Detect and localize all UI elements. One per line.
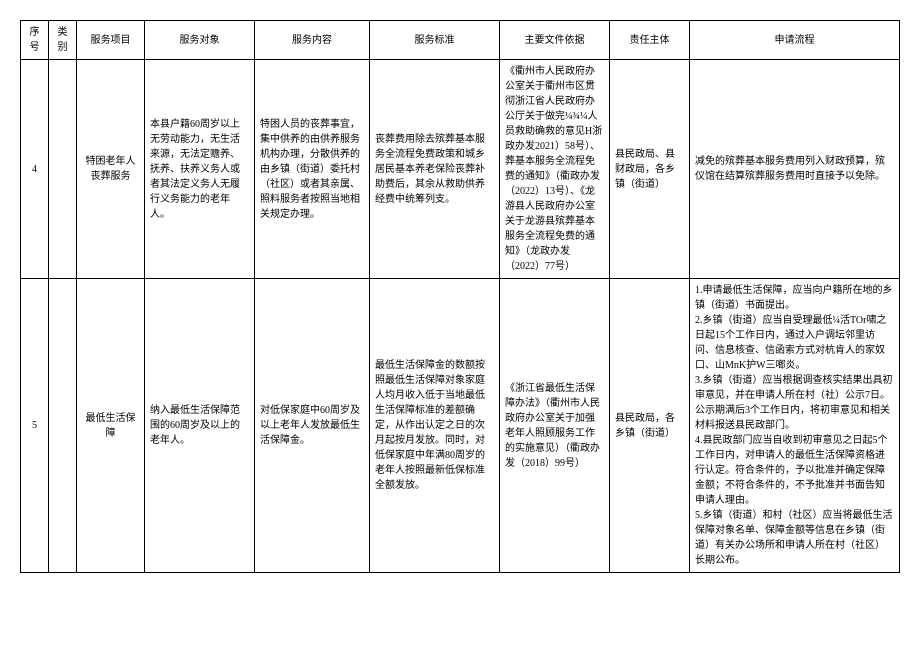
cell-responsible: 县民政局，各乡镇（街道） [610, 279, 690, 573]
cell-content: 对低保家庭中60周岁及以上老年人发放最低生活保障金。 [255, 279, 370, 573]
cell-category [49, 279, 77, 573]
cell-process: 1.申请最低生活保障，应当向户籍所在地的乡镇（街道）书面提出。 2.乡镇（街道）… [690, 279, 900, 573]
table-row: 4 特困老年人丧葬服务 本县户籍60周岁以上无劳动能力，无生活来源，无法定赡养、… [21, 60, 900, 279]
cell-basis: 《浙江省最低生活保障办法》（衢州市人民政府办公室关于加强老年人照顾服务工作的实施… [500, 279, 610, 573]
header-content: 服务内容 [255, 21, 370, 60]
header-object: 服务对象 [145, 21, 255, 60]
cell-standard: 最低生活保障金的数额按照最低生活保障对象家庭人均月收入低于当地最低生活保障标准的… [370, 279, 500, 573]
cell-content: 特困人员的丧葬事宜，集中供养的由供养服务机构办理，分散供养的由乡镇（街道）委托村… [255, 60, 370, 279]
cell-project: 最低生活保障 [77, 279, 145, 573]
header-process: 申请流程 [690, 21, 900, 60]
cell-seq: 5 [21, 279, 49, 573]
header-category: 类别 [49, 21, 77, 60]
cell-seq: 4 [21, 60, 49, 279]
cell-project: 特困老年人丧葬服务 [77, 60, 145, 279]
cell-process: 减免的殡葬基本服务费用列入财政预算，殡仪馆在结算殡葬服务费用时直接予以免除。 [690, 60, 900, 279]
table-row: 5 最低生活保障 纳入最低生活保障范围的60周岁及以上的老年人。 对低保家庭中6… [21, 279, 900, 573]
header-responsible: 责任主体 [610, 21, 690, 60]
cell-object: 纳入最低生活保障范围的60周岁及以上的老年人。 [145, 279, 255, 573]
cell-basis: 《衢州市人民政府办公室关于衢州市区贯彻浙江省人民政府办公厅关于做完¼¾¼人员救助… [500, 60, 610, 279]
cell-object: 本县户籍60周岁以上无劳动能力，无生活来源，无法定赡养、抚养、扶养义务人或者其法… [145, 60, 255, 279]
header-basis: 主要文件依据 [500, 21, 610, 60]
cell-standard: 丧葬费用除去殡葬基本服务全流程免费政策和城乡居民基本养老保险丧葬补助费后，其余从… [370, 60, 500, 279]
header-seq: 序号 [21, 21, 49, 60]
header-row: 序号 类别 服务项目 服务对象 服务内容 服务标准 主要文件依据 责任主体 申请… [21, 21, 900, 60]
services-table: 序号 类别 服务项目 服务对象 服务内容 服务标准 主要文件依据 责任主体 申请… [20, 20, 900, 573]
header-standard: 服务标准 [370, 21, 500, 60]
cell-category [49, 60, 77, 279]
cell-responsible: 县民政局、县财政局，各乡镇（街道） [610, 60, 690, 279]
header-project: 服务项目 [77, 21, 145, 60]
